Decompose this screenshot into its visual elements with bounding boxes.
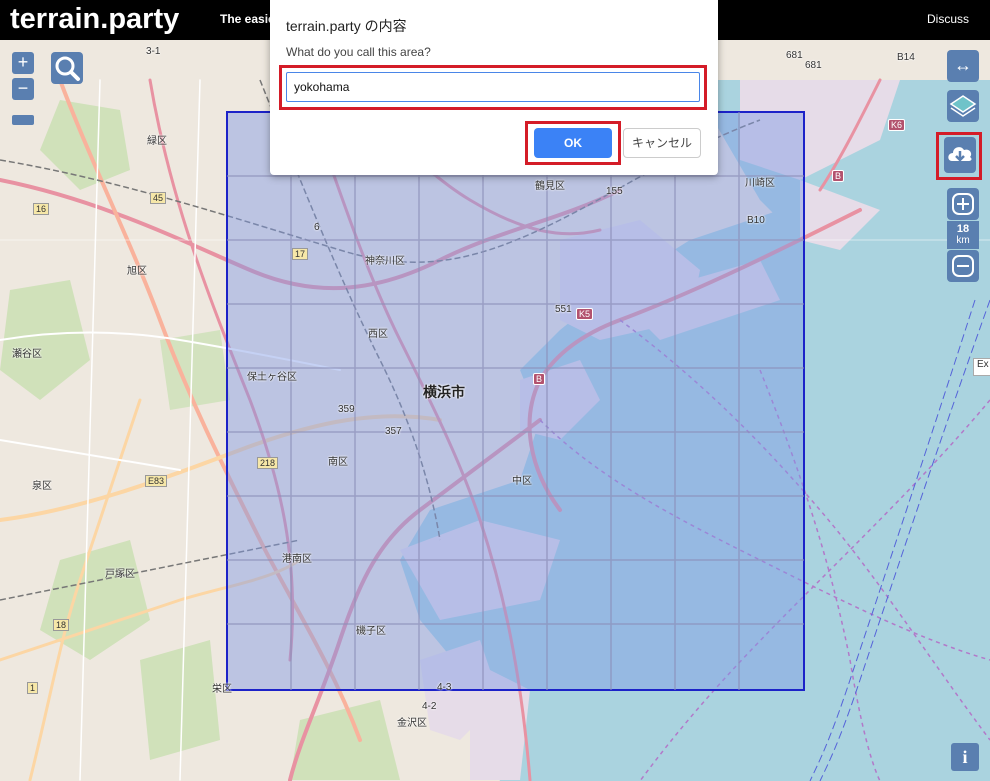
scale-value: 18 (956, 223, 970, 235)
label-konan: 港南区 (282, 554, 312, 565)
layers-button[interactable] (947, 90, 979, 122)
road-4-3: 4-3 (437, 682, 452, 693)
label-nishi: 西区 (368, 329, 388, 340)
label-isogo: 磯子区 (356, 626, 386, 637)
search-icon (55, 56, 80, 81)
scale-indicator: 18 km (947, 221, 979, 249)
label-totsuka: 戸塚区 (105, 569, 135, 580)
label-naka: 中区 (512, 476, 532, 487)
label-hodogaya: 保土ヶ谷区 (247, 372, 297, 383)
download-button[interactable] (944, 137, 976, 173)
road-b14: B14 (897, 52, 915, 63)
discuss-link[interactable]: Discuss (927, 12, 969, 26)
label-izumi: 泉区 (32, 481, 52, 492)
road-17: 17 (292, 248, 309, 260)
minus-square-icon (952, 255, 974, 277)
road-b10: B10 (747, 215, 765, 226)
road-b-b: B (533, 373, 546, 385)
label-kawasaki: 川崎区 (745, 178, 775, 189)
label-kanagawa: 神奈川区 (365, 256, 405, 267)
label-yokohama-city: 横浜市 (423, 384, 465, 400)
grow-area-button[interactable] (947, 188, 979, 220)
road-k6: K6 (888, 119, 906, 131)
cloud-download-icon (948, 147, 972, 162)
road-3-1: 3-1 (146, 46, 161, 57)
dialog-prompt: What do you call this area? (286, 45, 431, 59)
site-logo[interactable]: terrain.party (10, 3, 179, 36)
road-18: 18 (53, 619, 70, 631)
label-seya: 瀬谷区 (12, 349, 42, 360)
road-b-a: B (832, 170, 845, 182)
label-minami: 南区 (328, 457, 348, 468)
road-e83: E83 (145, 475, 168, 487)
label-tsurumi: 鶴見区 (535, 181, 565, 192)
search-button[interactable] (51, 52, 83, 84)
road-4-2: 4-2 (422, 701, 437, 712)
road-16: 16 (33, 203, 50, 215)
label-kanazawa: 金沢区 (397, 718, 427, 729)
area-name-input[interactable]: yokohama (286, 72, 700, 102)
label-midori: 緑区 (147, 136, 167, 147)
layers-icon (949, 95, 977, 117)
label-asahi: 旭区 (127, 266, 147, 277)
shrink-area-button[interactable] (947, 250, 979, 282)
road-357: 357 (385, 426, 402, 437)
prompt-dialog: terrain.party の内容 What do you call this … (270, 0, 718, 175)
road-359: 359 (338, 404, 355, 415)
road-45: 45 (150, 192, 167, 204)
road-155: 155 (606, 186, 623, 197)
zoom-in-button[interactable]: + (12, 52, 34, 74)
cancel-button[interactable]: キャンセル (623, 128, 701, 158)
resize-toggle-button[interactable]: ↔ (947, 50, 979, 82)
layer-bar-button[interactable] (12, 115, 34, 125)
road-1: 1 (27, 682, 39, 694)
dialog-title: terrain.party の内容 (286, 18, 407, 34)
ok-button[interactable]: OK (534, 128, 612, 158)
tooltip-stub: Ex (973, 358, 990, 376)
road-6: 6 (314, 222, 320, 233)
road-681-a: 681 (786, 50, 803, 61)
road-k5: K5 (576, 308, 594, 320)
scale-unit: km (956, 235, 970, 246)
label-sakae: 栄区 (212, 684, 232, 695)
zoom-out-button[interactable]: − (12, 78, 34, 100)
plus-square-icon (952, 193, 974, 215)
road-551: 551 (555, 304, 572, 315)
road-218: 218 (257, 457, 279, 469)
road-681-b: 681 (805, 60, 822, 71)
info-button[interactable]: i (951, 743, 979, 771)
